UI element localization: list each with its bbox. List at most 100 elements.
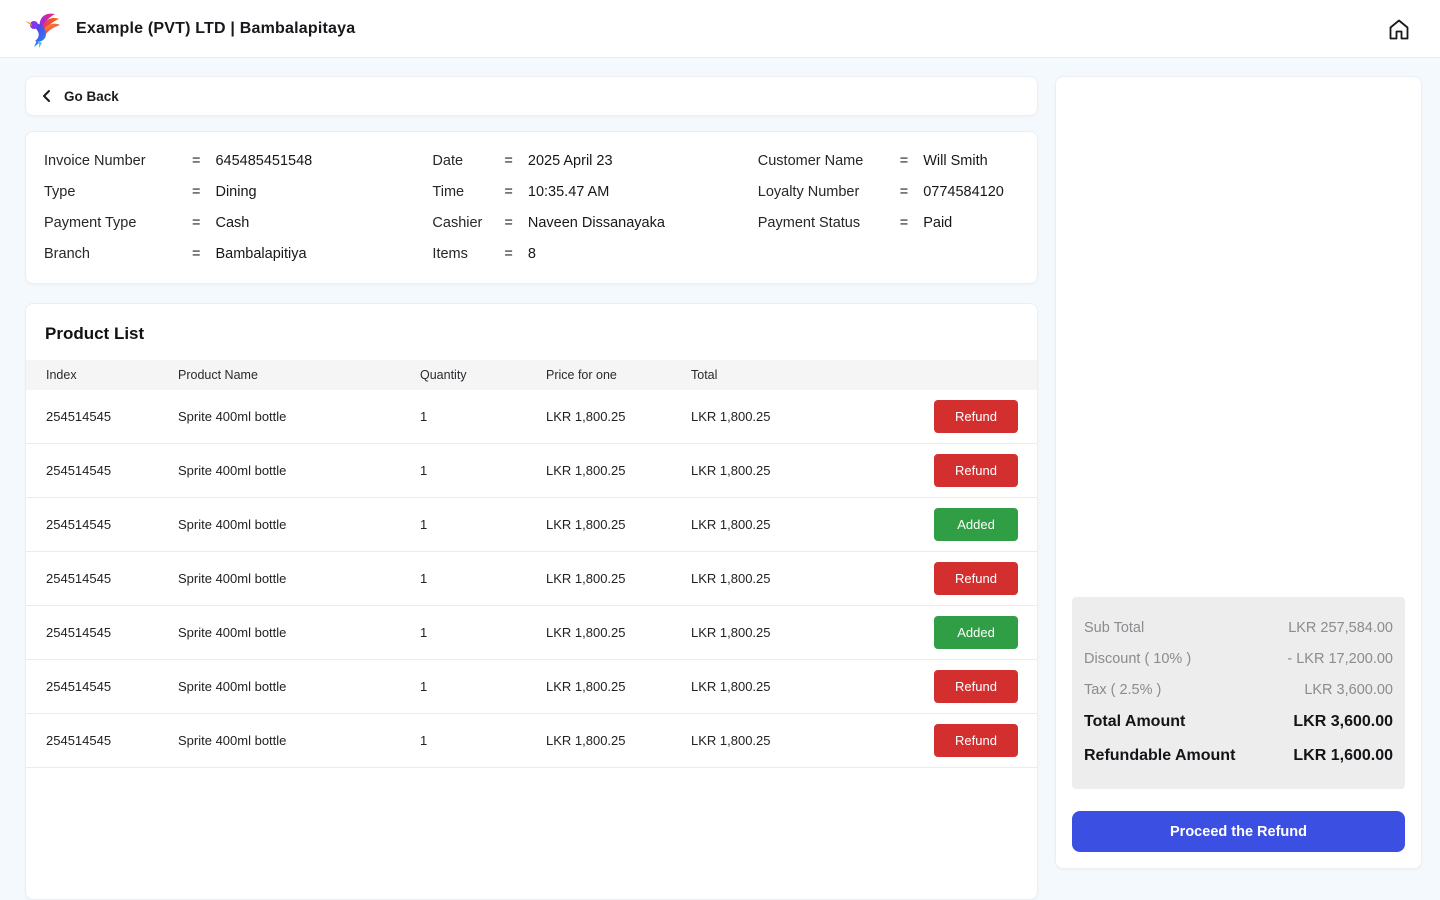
cell-quantity: 1 [420,463,546,478]
proceed-refund-button[interactable]: Proceed the Refund [1072,811,1405,852]
invoice-column-3: Customer Name = Will Smith Loyalty Numbe… [758,145,1019,269]
product-list-title: Product List [26,304,1037,360]
top-bar: Example (PVT) LTD | Bambalapitaya [0,0,1440,58]
cell-quantity: 1 [420,571,546,586]
cell-quantity: 1 [420,517,546,532]
refund-button[interactable]: Refund [934,724,1018,757]
field-label: Date [432,153,504,169]
table-row: 254514545 Sprite 400ml bottle 1 LKR 1,80… [26,498,1037,552]
table-row: 254514545 Sprite 400ml bottle 1 LKR 1,80… [26,606,1037,660]
table-row: 254514545 Sprite 400ml bottle 1 LKR 1,80… [26,552,1037,606]
invoice-field-payment-type: Payment Type = Cash [44,207,432,238]
cell-total: LKR 1,800.25 [691,571,856,586]
cell-index: 254514545 [46,679,178,694]
cell-index: 254514545 [46,517,178,532]
cell-price: LKR 1,800.25 [546,409,691,424]
equals-sign: = [504,246,512,262]
invoice-field-invoice-number: Invoice Number = 645485451548 [44,145,432,176]
main-content: Go Back Invoice Number = 645485451548 Ty… [0,58,1440,900]
equals-sign: = [504,153,512,169]
col-header-price: Price for one [546,368,691,382]
table-row: 254514545 Sprite 400ml bottle 1 LKR 1,80… [26,714,1037,768]
cell-quantity: 1 [420,409,546,424]
total-amount-row: Total Amount LKR 3,600.00 [1084,705,1393,739]
cell-product-name: Sprite 400ml bottle [178,571,420,586]
cell-total: LKR 1,800.25 [691,733,856,748]
cell-index: 254514545 [46,571,178,586]
equals-sign: = [192,215,200,231]
cell-index: 254514545 [46,463,178,478]
cell-price: LKR 1,800.25 [546,679,691,694]
invoice-field-branch: Branch = Bambalapitiya [44,238,432,269]
cell-index: 254514545 [46,625,178,640]
totals-summary: Sub Total LKR 257,584.00 Discount ( 10% … [1072,597,1405,789]
equals-sign: = [900,184,908,200]
field-label: Payment Type [44,215,192,231]
home-button[interactable] [1382,12,1416,46]
refund-button[interactable]: Refund [934,562,1018,595]
field-label: Items [432,246,504,262]
refundable-amount-value: LKR 1,600.00 [1293,747,1393,765]
chevron-left-icon [40,89,54,103]
col-header-product-name: Product Name [178,368,420,382]
refundable-amount-label: Refundable Amount [1084,747,1235,765]
field-value: Paid [923,215,952,231]
refundable-amount-row: Refundable Amount LKR 1,600.00 [1084,739,1393,773]
equals-sign: = [504,215,512,231]
cell-total: LKR 1,800.25 [691,409,856,424]
refund-summary-panel: Sub Total LKR 257,584.00 Discount ( 10% … [1055,76,1422,869]
field-value: Cash [215,215,249,231]
invoice-field-customer-name: Customer Name = Will Smith [758,145,1019,176]
field-label: Customer Name [758,153,900,169]
cell-price: LKR 1,800.25 [546,625,691,640]
cell-total: LKR 1,800.25 [691,517,856,532]
refund-button[interactable]: Refund [934,454,1018,487]
go-back-button[interactable]: Go Back [25,76,1038,116]
field-value: 8 [528,246,536,262]
invoice-column-1: Invoice Number = 645485451548 Type = Din… [44,145,432,269]
brand: Example (PVT) LTD | Bambalapitaya [24,10,355,48]
cell-product-name: Sprite 400ml bottle [178,517,420,532]
field-value: 645485451548 [215,153,312,169]
cell-product-name: Sprite 400ml bottle [178,463,420,478]
field-label: Invoice Number [44,153,192,169]
invoice-field-type: Type = Dining [44,176,432,207]
field-label: Payment Status [758,215,900,231]
cell-product-name: Sprite 400ml bottle [178,679,420,694]
table-row: 254514545 Sprite 400ml bottle 1 LKR 1,80… [26,444,1037,498]
sub-total-label: Sub Total [1084,620,1144,636]
tax-row: Tax ( 2.5% ) LKR 3,600.00 [1084,674,1393,705]
field-value: Will Smith [923,153,987,169]
cell-product-name: Sprite 400ml bottle [178,625,420,640]
field-label: Loyalty Number [758,184,900,200]
added-button[interactable]: Added [934,508,1018,541]
field-value: Bambalapitiya [215,246,306,262]
invoice-field-items: Items = 8 [432,238,757,269]
col-header-quantity: Quantity [420,368,546,382]
refund-button[interactable]: Refund [934,400,1018,433]
product-list-panel: Product List Index Product Name Quantity… [25,303,1038,900]
refund-button[interactable]: Refund [934,670,1018,703]
invoice-field-cashier: Cashier = Naveen Dissanayaka [432,207,757,238]
home-icon [1386,16,1412,42]
invoice-field-date: Date = 2025 April 23 [432,145,757,176]
cell-index: 254514545 [46,409,178,424]
go-back-label: Go Back [64,89,119,104]
company-title: Example (PVT) LTD | Bambalapitaya [76,20,355,38]
col-header-index: Index [46,368,178,382]
field-value: 10:35.47 AM [528,184,609,200]
invoice-column-2: Date = 2025 April 23 Time = 10:35.47 AM … [432,145,757,269]
equals-sign: = [192,153,200,169]
discount-value: - LKR 17,200.00 [1287,651,1393,667]
cell-product-name: Sprite 400ml bottle [178,409,420,424]
field-label: Time [432,184,504,200]
invoice-field-time: Time = 10:35.47 AM [432,176,757,207]
total-amount-value: LKR 3,600.00 [1293,713,1393,731]
invoice-field-loyalty-number: Loyalty Number = 0774584120 [758,176,1019,207]
invoice-details-panel: Invoice Number = 645485451548 Type = Din… [25,131,1038,284]
tax-value: LKR 3,600.00 [1304,682,1393,698]
added-button[interactable]: Added [934,616,1018,649]
equals-sign: = [192,184,200,200]
sub-total-row: Sub Total LKR 257,584.00 [1084,612,1393,643]
cell-price: LKR 1,800.25 [546,463,691,478]
